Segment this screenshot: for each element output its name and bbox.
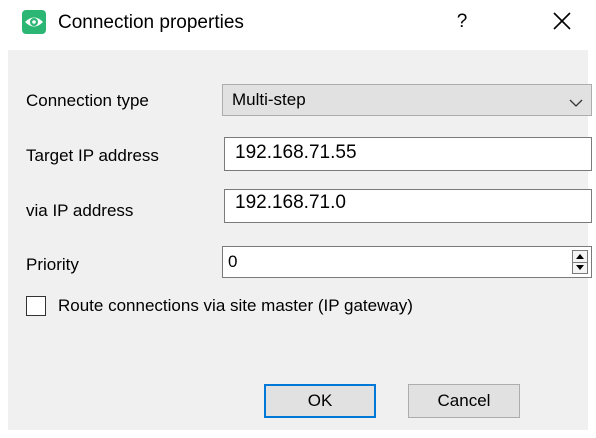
via-ip-label: via IP address bbox=[26, 201, 134, 220]
target-ip-label: Target IP address bbox=[26, 146, 159, 165]
window-title: Connection properties bbox=[58, 12, 244, 33]
cancel-button[interactable]: Cancel bbox=[408, 384, 520, 418]
via-ip-value: 192.168.71.0 bbox=[235, 192, 346, 213]
close-button[interactable] bbox=[546, 8, 578, 36]
connection-type-value: Multi-step bbox=[232, 90, 306, 109]
connection-properties-dialog: Connection properties ? Connection type … bbox=[0, 0, 596, 438]
close-icon bbox=[546, 12, 578, 30]
route-via-master-checkbox[interactable] bbox=[26, 296, 46, 316]
priority-decrement-button[interactable] bbox=[573, 262, 587, 273]
triangle-up-icon bbox=[573, 254, 587, 259]
priority-label: Priority bbox=[26, 255, 79, 274]
eye-icon bbox=[22, 10, 46, 34]
via-ip-input[interactable]: 192.168.71.0 bbox=[224, 189, 592, 223]
title-bar[interactable]: Connection properties ? bbox=[0, 0, 596, 50]
target-ip-input[interactable]: 192.168.71.55 bbox=[224, 137, 592, 171]
priority-value: 0 bbox=[228, 252, 238, 271]
ok-button[interactable]: OK bbox=[264, 384, 376, 418]
help-button[interactable]: ? bbox=[448, 8, 476, 36]
target-ip-value: 192.168.71.55 bbox=[235, 142, 357, 163]
priority-stepper[interactable]: 0 bbox=[222, 246, 592, 278]
connection-type-label: Connection type bbox=[26, 91, 149, 110]
triangle-down-icon bbox=[573, 265, 587, 270]
connection-type-select[interactable]: Multi-step bbox=[222, 84, 592, 116]
dialog-body: Connection type Multi-step Target IP add… bbox=[8, 50, 592, 430]
priority-spin-buttons bbox=[572, 250, 588, 274]
route-via-master-label: Route connections via site master (IP ga… bbox=[58, 296, 413, 315]
chevron-down-icon bbox=[569, 95, 583, 113]
